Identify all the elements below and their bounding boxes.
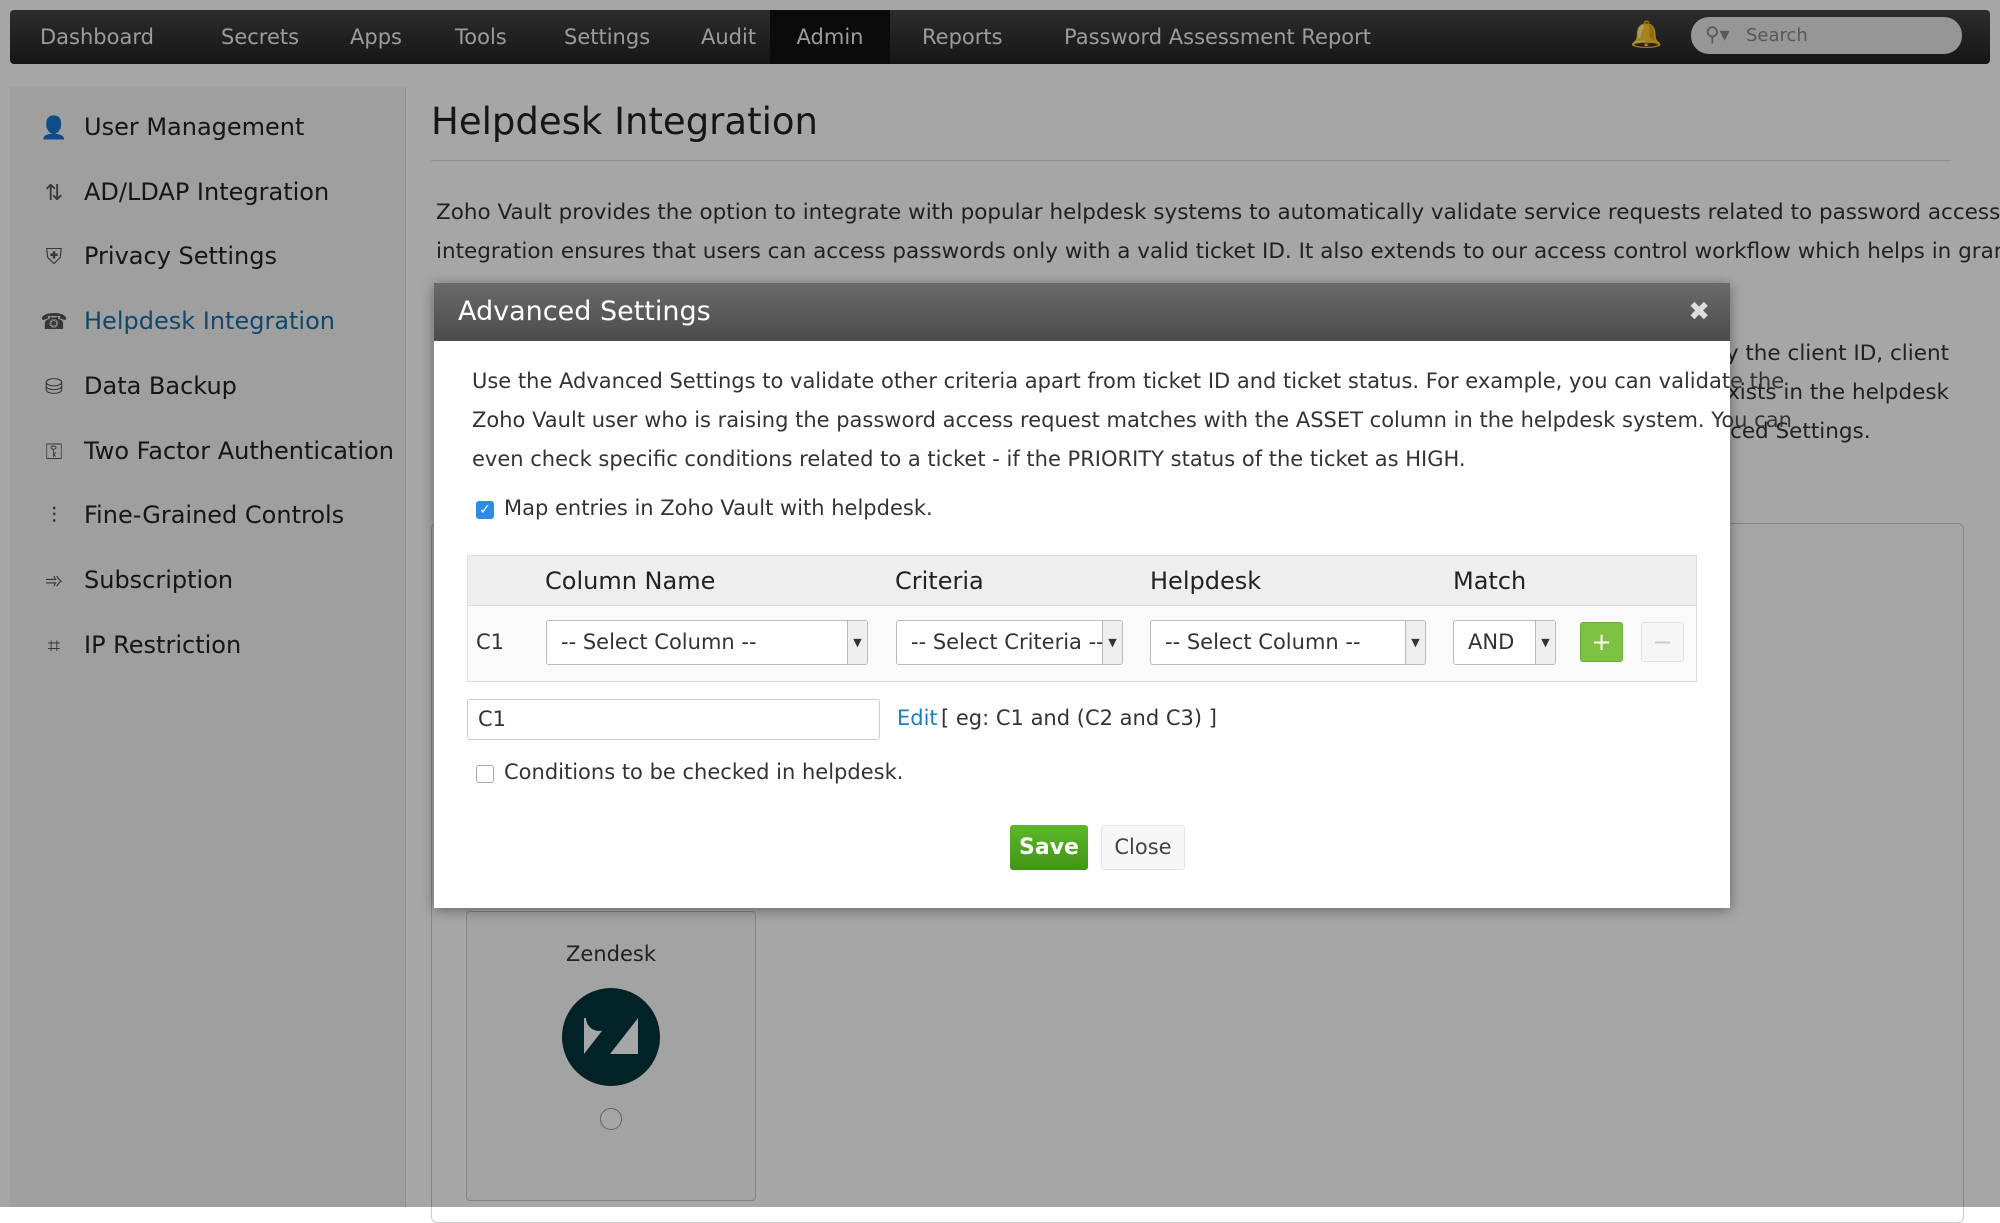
column-select[interactable]: -- Select Column -- ▼ <box>546 620 868 665</box>
dialog-description: Zoho Vault user who is raising the passw… <box>472 408 1792 432</box>
match-select[interactable]: AND ▼ <box>1453 620 1556 665</box>
save-button[interactable]: Save <box>1010 825 1088 870</box>
helpdesk-column-select[interactable]: -- Select Column -- ▼ <box>1150 620 1426 665</box>
expression-input[interactable]: C1 <box>467 699 880 740</box>
chevron-down-icon: ▼ <box>847 621 867 664</box>
dialog-description: even check specific conditions related t… <box>472 447 1466 471</box>
header-criteria: Criteria <box>895 567 984 595</box>
map-entries-checkbox[interactable]: ✓ <box>476 501 494 519</box>
remove-row-button[interactable]: − <box>1641 622 1684 662</box>
header-match: Match <box>1453 567 1527 595</box>
close-icon[interactable]: ✖ <box>1688 283 1710 341</box>
chevron-down-icon: ▼ <box>1405 621 1425 664</box>
table-header: Column Name Criteria Helpdesk Match <box>468 556 1696 606</box>
chevron-down-icon: ▼ <box>1535 621 1555 664</box>
dialog-title: Advanced Settings <box>434 283 1730 341</box>
criteria-table: Column Name Criteria Helpdesk Match C1 -… <box>467 555 1697 682</box>
map-entries-label: Map entries in Zoho Vault with helpdesk. <box>504 496 933 520</box>
edit-link[interactable]: Edit <box>897 706 938 730</box>
expression-hint: [ eg: C1 and (C2 and C3) ] <box>941 706 1217 730</box>
chevron-down-icon: ▼ <box>1102 621 1122 664</box>
criteria-select[interactable]: -- Select Criteria -- ▼ <box>896 620 1123 665</box>
header-column-name: Column Name <box>545 567 716 595</box>
close-button[interactable]: Close <box>1101 825 1185 870</box>
header-helpdesk: Helpdesk <box>1150 567 1262 595</box>
conditions-checkbox[interactable] <box>476 765 494 783</box>
advanced-settings-dialog: Advanced Settings ✖ Use the Advanced Set… <box>434 283 1792 908</box>
dialog-description: Use the Advanced Settings to validate ot… <box>472 369 1785 393</box>
conditions-label: Conditions to be checked in helpdesk. <box>504 760 904 784</box>
row-id: C1 <box>476 630 505 654</box>
add-row-button[interactable]: + <box>1580 622 1623 662</box>
